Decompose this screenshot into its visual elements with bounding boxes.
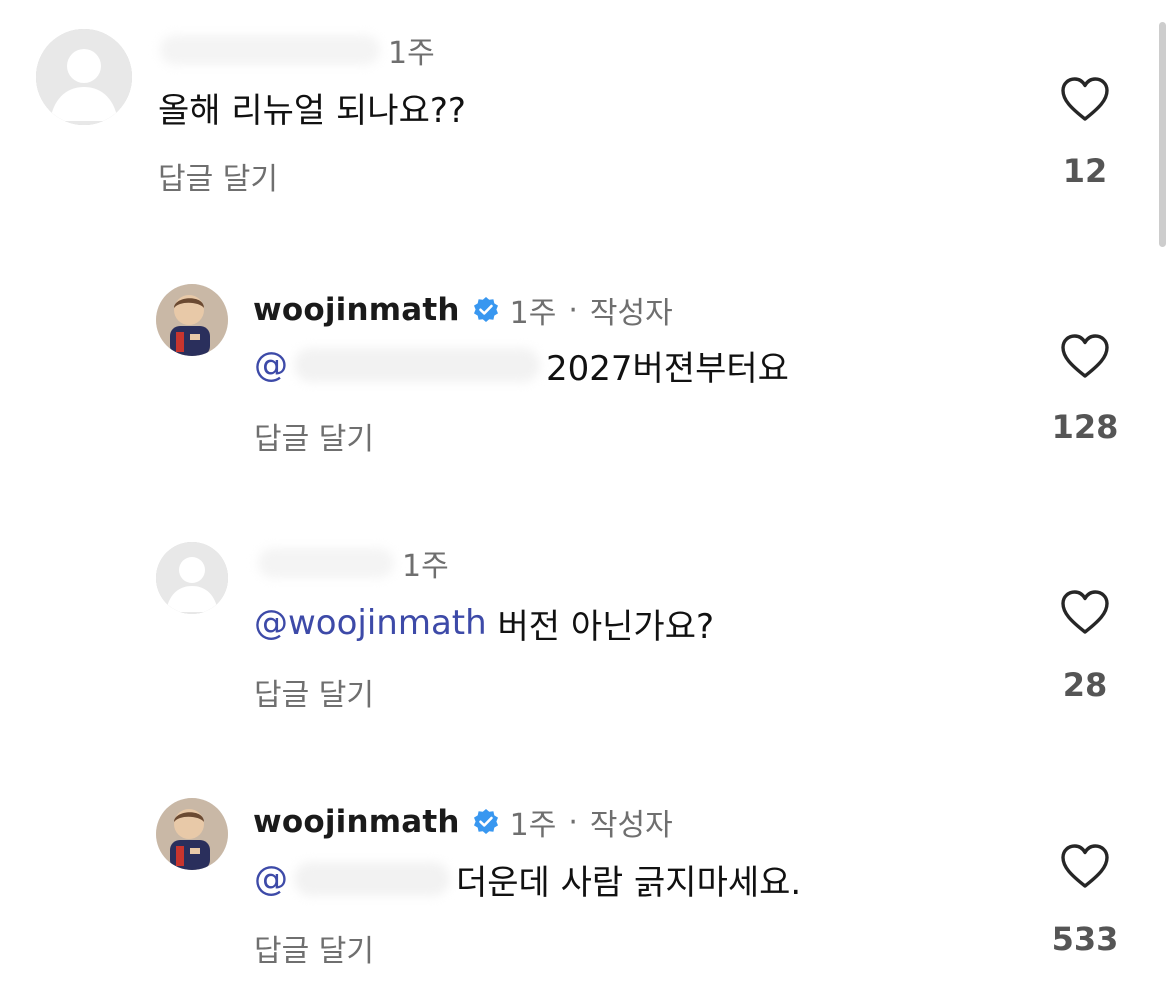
comment-text: @ 더운데 사람 긁지마세요. (254, 856, 802, 903)
verified-badge-icon (472, 296, 500, 324)
comment-meta: woojinmath 1주 · 작성자 (253, 802, 673, 843)
comment-meta: woojinmath 1주 · 작성자 (253, 290, 673, 331)
comment-text: @ 2027버젼부터요 (254, 342, 789, 389)
like-count: 128 (1051, 408, 1119, 446)
reply-button[interactable]: 답글 달기 (254, 414, 374, 458)
profile-avatar[interactable] (156, 798, 228, 870)
separator-dot: · (568, 804, 578, 840)
username-redacted[interactable] (258, 548, 394, 578)
comment-body: 올해 리뉴얼 되나요?? (158, 90, 466, 131)
mention-link[interactable]: @woojinmath (254, 603, 487, 643)
heart-icon[interactable] (1059, 842, 1111, 890)
comment-3: 1주 @woojinmath 버전 아닌가요? 답글 달기 28 (0, 530, 1170, 730)
reply-button[interactable]: 답글 달기 (158, 154, 278, 198)
comment-time: 1주 (509, 296, 557, 331)
mention-link[interactable]: @ (254, 345, 288, 385)
heart-icon[interactable] (1059, 75, 1111, 123)
comment-time: 1주 (509, 808, 557, 843)
reply-button[interactable]: 답글 달기 (254, 926, 374, 970)
default-avatar-icon[interactable] (36, 29, 132, 125)
comment-time: 1주 (388, 36, 435, 71)
mention-redacted (294, 862, 450, 896)
like-count: 28 (1062, 666, 1108, 704)
comment-text: @woojinmath 버전 아닌가요? (254, 600, 715, 647)
comment-body: 2027버젼부터요 (546, 348, 789, 389)
mention-link[interactable]: @ (254, 859, 288, 899)
comment-2: woojinmath 1주 · 작성자 @ 2027버젼부터요 답글 달기 12… (0, 270, 1170, 480)
comment-time: 1주 (402, 549, 449, 584)
comment-text: 올해 리뉴얼 되나요?? (158, 84, 466, 131)
scrollbar[interactable] (1159, 22, 1166, 247)
separator-dot: · (568, 292, 578, 328)
username[interactable]: woojinmath (253, 292, 460, 328)
username[interactable]: woojinmath (253, 804, 460, 840)
heart-icon[interactable] (1059, 332, 1111, 380)
comment-body: 더운데 사람 긁지마세요. (456, 862, 802, 903)
comment-1: 1주 올해 리뉴얼 되나요?? 답글 달기 12 (0, 0, 1170, 240)
comment-meta: 1주 (258, 544, 449, 584)
username-redacted[interactable] (160, 35, 380, 65)
comment-4: woojinmath 1주 · 작성자 @ 더운데 사람 긁지마세요. 답글 달… (0, 784, 1170, 984)
reply-button[interactable]: 답글 달기 (254, 670, 374, 714)
comment-body: 버전 아닌가요? (486, 606, 715, 647)
like-count: 533 (1051, 920, 1119, 958)
like-count: 12 (1062, 152, 1108, 190)
profile-avatar[interactable] (156, 284, 228, 356)
author-label: 작성자 (589, 296, 673, 331)
mention-redacted (294, 348, 540, 382)
comment-meta: 1주 (160, 32, 435, 71)
default-avatar-icon[interactable] (156, 542, 228, 614)
author-label: 작성자 (589, 808, 673, 843)
heart-icon[interactable] (1059, 588, 1111, 636)
verified-badge-icon (472, 808, 500, 836)
